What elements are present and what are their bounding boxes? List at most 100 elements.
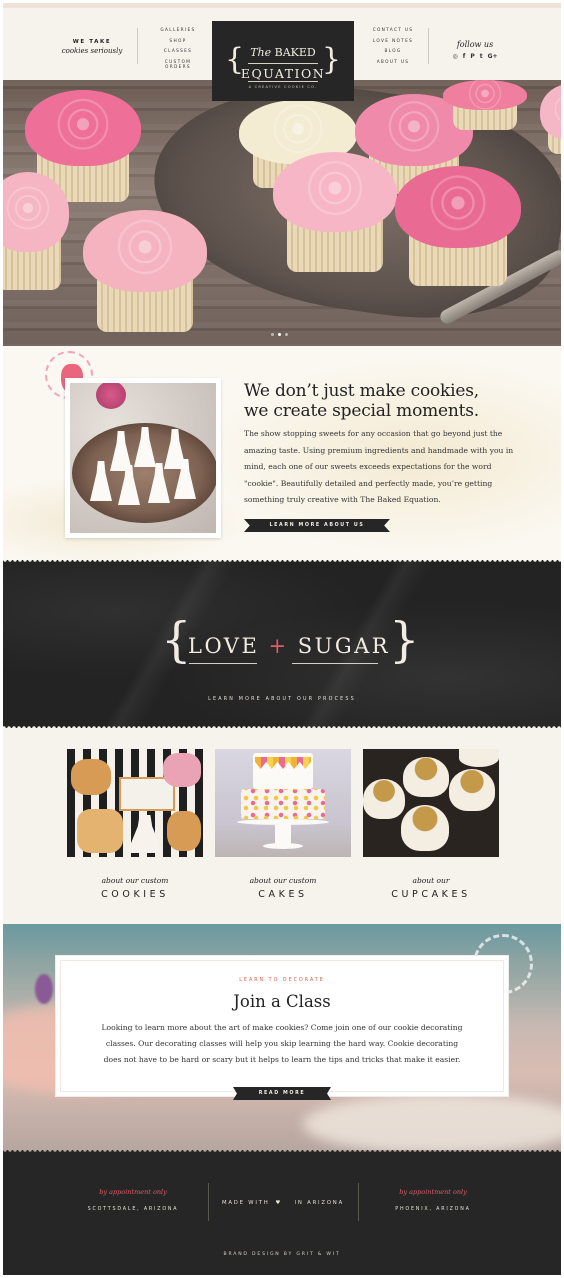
header-divider-right	[428, 28, 429, 64]
cookie	[71, 759, 111, 795]
about-heading-line-2: we create special moments.	[244, 401, 479, 421]
cakes-caption-title: CAKES	[258, 889, 308, 900]
nav-item-blog[interactable]: BLOG	[365, 49, 421, 54]
cookie	[163, 753, 201, 787]
footer-scottsdale: by appointment only SCOTTSDALE, ARIZONA	[63, 1188, 203, 1212]
footer-right-city: PHOENIX, ARIZONA	[395, 1207, 471, 1212]
facebook-icon[interactable]: f	[463, 53, 466, 60]
about-heading: We don’t just make cookies, we create sp…	[244, 381, 514, 421]
about-copy: We don’t just make cookies, we create sp…	[244, 381, 514, 509]
class-kicker: LEARN TO DECORATE	[239, 978, 325, 983]
about-heading-line-1: We don’t just make cookies,	[244, 381, 479, 401]
cookies-tile[interactable]	[67, 749, 203, 857]
cake-stand-base	[263, 843, 303, 849]
nav-item-love-notes[interactable]: LOVE NOTES	[365, 39, 421, 44]
nav-item-about-us[interactable]: ABOUT US	[365, 60, 421, 65]
cupcakes-caption-small: about our	[412, 876, 450, 885]
cake-bottom-tier	[241, 789, 325, 819]
footer-left-script: by appointment only	[99, 1188, 167, 1196]
learn-more-process-link[interactable]: LEARN MORE ABOUT OUR PROCESS	[3, 697, 561, 702]
in-arizona-label: IN ARIZONA	[294, 1200, 344, 1206]
logo-the: The	[250, 46, 272, 59]
cupcake	[273, 152, 397, 272]
design-credit-link[interactable]: BRAND DESIGN BY GRIT & WIT	[3, 1252, 561, 1257]
cookies-caption-title: COOKIES	[101, 889, 169, 900]
tagline: WE TAKE cookies seriously	[57, 39, 127, 55]
cookie	[77, 809, 123, 853]
brace-left: {	[161, 612, 192, 668]
nav-item-galleries[interactable]: GALLERIES	[153, 28, 203, 33]
tagline-line-2: cookies seriously	[61, 47, 123, 55]
nav-item-shop[interactable]: SHOP	[153, 39, 203, 44]
sugar-underline	[292, 663, 378, 664]
cupcake	[540, 84, 561, 154]
cupcakes-caption[interactable]: about our CUPCAKES	[356, 876, 506, 900]
class-title: Join a Class	[233, 992, 331, 1011]
love-sugar-title: LOVE + SUGAR	[188, 634, 388, 658]
cupcake	[3, 172, 69, 290]
sugar-word: SUGAR	[297, 634, 391, 658]
google-plus-icon[interactable]: G+	[488, 53, 498, 60]
gold-cupcake	[363, 779, 405, 819]
header-divider-left	[137, 28, 138, 64]
plus-sign: +	[268, 634, 289, 658]
slide-dot[interactable]	[278, 333, 281, 336]
products-section: about our custom COOKIES about our custo…	[3, 728, 561, 924]
nav-item-classes[interactable]: CLASSES	[153, 49, 203, 54]
gold-cupcake	[449, 769, 495, 811]
slide-dot[interactable]	[271, 333, 274, 336]
logo-baked: BAKED	[274, 46, 316, 59]
slide-dot[interactable]	[285, 333, 288, 336]
page: WE TAKE cookies seriously GALLERIES SHOP…	[3, 3, 561, 1275]
follow-us-label: follow us	[456, 40, 494, 49]
scallop-edge-top	[3, 560, 561, 563]
scallop-edge	[3, 1150, 561, 1153]
social-icons: ◎ f P t G+	[450, 53, 500, 60]
about-body: The show stopping sweets for any occasio…	[244, 429, 514, 505]
site-footer: by appointment only SCOTTSDALE, ARIZONA …	[3, 1150, 561, 1275]
logo-subtitle: A CREATIVE COOKIE CO.	[248, 85, 318, 89]
blurred-flower	[35, 974, 53, 1004]
cookies-caption-small: about our custom	[101, 876, 169, 885]
pinterest-icon[interactable]: P	[470, 53, 474, 60]
blurred-piping-tip	[303, 1094, 561, 1150]
cupcakes-caption-title: CUPCAKES	[391, 889, 471, 900]
cakes-caption-small: about our custom	[249, 876, 317, 885]
footer-phoenix: by appointment only PHOENIX, ARIZONA	[363, 1188, 503, 1212]
twitter-icon[interactable]: t	[480, 53, 483, 60]
nav-item-custom-orders[interactable]: CUSTOM ORDERS	[153, 60, 203, 70]
cake-stand-stem	[275, 825, 291, 845]
follow-us: follow us ◎ f P t G+	[450, 40, 500, 60]
brand-logo[interactable]: { The BAKED EQUATION A CREATIVE COOKIE C…	[212, 21, 354, 101]
cupcakes-tile[interactable]	[363, 749, 499, 857]
cookie	[167, 811, 201, 851]
peony-flower	[96, 383, 126, 409]
instagram-icon[interactable]: ◎	[452, 53, 457, 60]
love-underline	[189, 663, 257, 664]
gold-cupcake	[403, 757, 449, 797]
nav-right: CONTACT US LOVE NOTES BLOG ABOUT US	[365, 28, 421, 65]
brace-right: }	[389, 612, 420, 668]
cakes-tile[interactable]	[215, 749, 351, 857]
tagline-line-1: WE TAKE	[72, 39, 112, 45]
learn-more-about-us-button[interactable]: LEARN MORE ABOUT US	[244, 519, 390, 532]
class-body: Looking to learn more about the art of m…	[101, 1023, 463, 1064]
love-word: LOVE	[188, 634, 260, 658]
cakes-caption[interactable]: about our custom CAKES	[208, 876, 358, 900]
about-photo	[65, 378, 221, 538]
logo-brace-right: }	[321, 42, 341, 77]
footer-divider-right	[358, 1183, 359, 1221]
nav-left: GALLERIES SHOP CLASSES CUSTOM ORDERS	[153, 28, 203, 70]
read-more-button[interactable]: READ MORE	[233, 1087, 331, 1100]
cupcake	[83, 210, 207, 332]
cookies-caption[interactable]: about our custom COOKIES	[60, 876, 210, 900]
nav-item-contact-us[interactable]: CONTACT US	[365, 28, 421, 33]
hero-cupcakes	[3, 80, 561, 346]
made-with-label: MADE WITH	[222, 1200, 270, 1206]
footer-left-city: SCOTTSDALE, ARIZONA	[87, 1207, 179, 1212]
logo-rule-bottom	[248, 81, 318, 82]
cupcake	[443, 80, 527, 130]
about-section: We don’t just make cookies, we create sp…	[3, 346, 561, 560]
hero-slide-dots	[271, 333, 288, 336]
love-sugar-banner: { LOVE + SUGAR } LEARN MORE ABOUT OUR PR…	[3, 560, 561, 728]
